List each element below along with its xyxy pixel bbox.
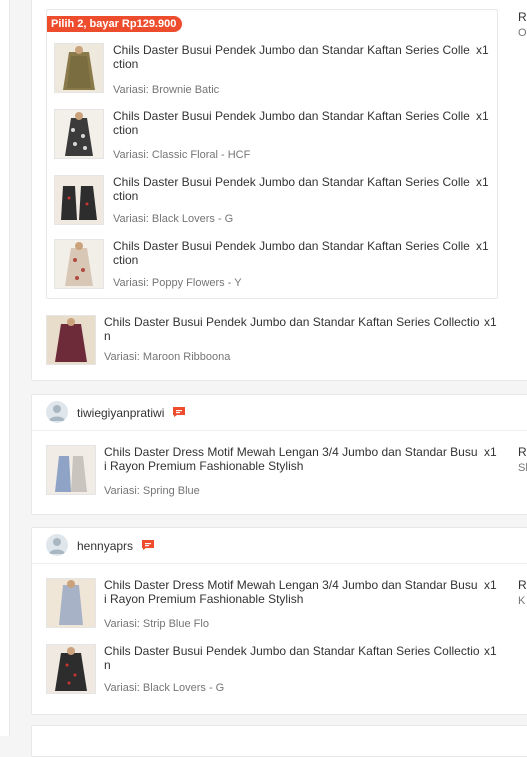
order-card-2: tiwiegiyanpratiwi R Sl Chils Daster Dres…	[31, 394, 527, 515]
order-card-1: R O Pilih 2, bayar Rp129.900 Chils Daste…	[31, 0, 527, 381]
product-title[interactable]: Chils Daster Dress Motif Mewah Lengan 3/…	[104, 578, 479, 606]
product-title[interactable]: Chils Daster Busui Pendek Jumbo dan Stan…	[113, 239, 473, 267]
shop-name[interactable]: tiwiegiyanpratiwi	[77, 406, 164, 420]
promo-badge: Pilih 2, bayar Rp129.900	[47, 16, 183, 32]
product-qty: x1	[476, 175, 489, 189]
list-item[interactable]: Chils Daster Dress Motif Mewah Lengan 3/…	[32, 445, 527, 505]
product-qty: x1	[484, 445, 497, 459]
product-variant: Variasi: Strip Blue Flo	[104, 618, 209, 630]
list-item[interactable]: Chils Daster Dress Motif Mewah Lengan 3/…	[32, 578, 527, 638]
product-qty: x1	[476, 239, 489, 253]
product-thumbnail[interactable]	[46, 644, 96, 694]
product-title[interactable]: Chils Daster Busui Pendek Jumbo dan Stan…	[113, 109, 473, 137]
list-item[interactable]: Chils Daster Busui Pendek Jumbo dan Stan…	[47, 43, 497, 103]
product-title[interactable]: Chils Daster Busui Pendek Jumbo dan Stan…	[113, 175, 473, 203]
shop-header: hennyaprs	[32, 528, 527, 564]
product-qty: x1	[484, 644, 497, 658]
product-qty: x1	[484, 578, 497, 592]
product-qty: x1	[476, 109, 489, 123]
product-variant: Variasi: Poppy Flowers - Y	[113, 277, 242, 289]
chat-bubble-icon[interactable]	[141, 538, 155, 550]
chat-bubble-icon[interactable]	[172, 405, 186, 417]
list-item[interactable]: Chils Daster Busui Pendek Jumbo dan Stan…	[47, 239, 497, 299]
shop-name[interactable]: hennyaprs	[77, 539, 133, 553]
bundle-promo-box: Pilih 2, bayar Rp129.900 Chils Daster Bu…	[46, 9, 498, 299]
product-title[interactable]: Chils Daster Busui Pendek Jumbo dan Stan…	[113, 43, 473, 71]
order-card-3: hennyaprs R K Chils Daster Dress Motif M…	[31, 527, 527, 715]
product-thumbnail[interactable]	[46, 315, 96, 365]
order-right-sub: O	[518, 27, 527, 39]
user-avatar-icon[interactable]	[46, 401, 68, 423]
product-thumbnail[interactable]	[54, 239, 104, 289]
product-thumbnail[interactable]	[54, 175, 104, 225]
list-item[interactable]: Chils Daster Busui Pendek Jumbo dan Stan…	[47, 109, 497, 169]
shop-header: tiwiegiyanpratiwi	[32, 395, 527, 431]
order-right-label: R	[518, 10, 527, 24]
product-thumbnail[interactable]	[54, 43, 104, 93]
list-item[interactable]: Chils Daster Busui Pendek Jumbo dan Stan…	[47, 175, 497, 235]
product-variant: Variasi: Black Lovers - G	[113, 213, 234, 225]
user-avatar-icon[interactable]	[46, 534, 68, 556]
product-thumbnail[interactable]	[46, 578, 96, 628]
product-variant: Variasi: Maroon Ribboona	[104, 351, 231, 363]
product-variant: Variasi: Brownie Batic	[113, 84, 220, 96]
product-thumbnail[interactable]	[54, 109, 104, 159]
product-variant: Variasi: Black Lovers - G	[104, 682, 225, 694]
product-title[interactable]: Chils Daster Busui Pendek Jumbo dan Stan…	[104, 315, 484, 343]
product-variant: Variasi: Spring Blue	[104, 485, 200, 497]
product-qty: x1	[476, 43, 489, 57]
product-title[interactable]: Chils Daster Busui Pendek Jumbo dan Stan…	[104, 644, 484, 672]
product-title[interactable]: Chils Daster Dress Motif Mewah Lengan 3/…	[104, 445, 479, 473]
order-card-next	[31, 725, 527, 757]
product-thumbnail[interactable]	[46, 445, 96, 495]
list-item[interactable]: Chils Daster Busui Pendek Jumbo dan Stan…	[32, 315, 527, 375]
list-item[interactable]: Chils Daster Busui Pendek Jumbo dan Stan…	[32, 644, 527, 704]
left-edge	[0, 0, 10, 736]
product-qty: x1	[484, 315, 497, 329]
product-variant: Variasi: Classic Floral - HCF	[113, 149, 251, 161]
